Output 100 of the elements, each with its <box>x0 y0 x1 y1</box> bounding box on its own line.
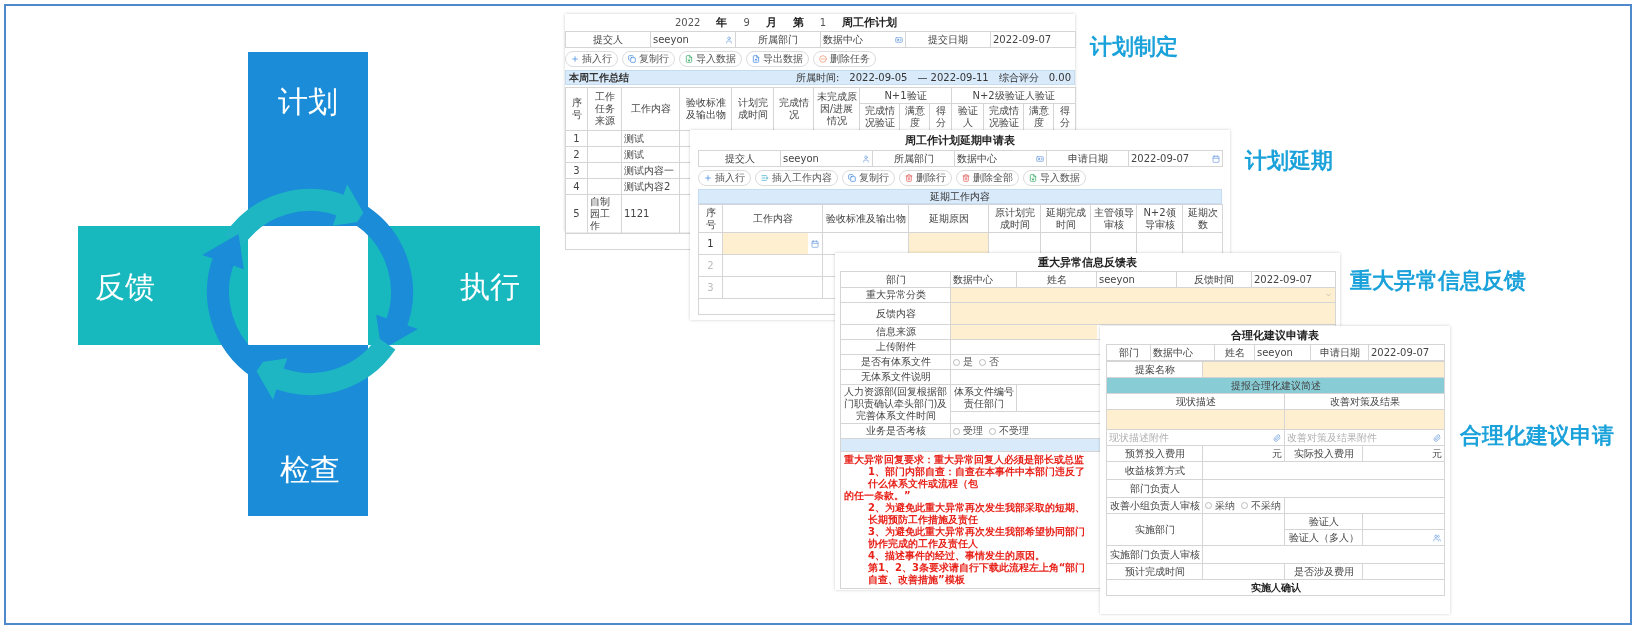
week-value: 1 <box>819 17 827 28</box>
field-value[interactable]: 数据中心 <box>950 271 1017 288</box>
toolbar-button[interactable]: 删除任务 <box>813 51 876 67</box>
radio-button[interactable] <box>989 427 996 435</box>
toolbar-button[interactable]: 导入数据 <box>679 51 742 67</box>
field-label: 改善小组负责人审核 <box>1106 497 1203 514</box>
unit-label: 元 <box>1202 445 1285 462</box>
radio-label: 不受理 <box>999 425 1029 437</box>
field-label: 业务是否考核 <box>840 423 951 439</box>
table-cell: 2 <box>565 146 588 163</box>
field-value[interactable]: 2022-09-07 <box>1251 271 1336 288</box>
field-value[interactable]: seeyon <box>780 150 873 167</box>
input-field[interactable] <box>1203 362 1445 377</box>
toolbar-button[interactable]: 删除全部 <box>956 170 1019 186</box>
toolbar-button[interactable]: 插入行 <box>565 51 618 67</box>
field-label: 反馈内容 <box>840 302 951 325</box>
column-header: 改善对策及结果 <box>1284 393 1445 410</box>
table-cell: 测试内容2 <box>621 178 680 195</box>
field-value[interactable]: seeyon <box>650 31 736 48</box>
requirement-note: 4、描述事件的经过、事情发生的原因。 <box>868 550 1046 562</box>
title-text: 年 <box>716 15 728 30</box>
copy-icon <box>848 174 856 182</box>
column-header: 延期次数 <box>1182 204 1223 233</box>
field-value[interactable]: 数据中心 <box>820 31 906 48</box>
radio-button[interactable] <box>979 358 986 366</box>
field-value[interactable]: 数据中心 <box>954 150 1047 167</box>
field-label: 所属部门 <box>872 150 955 167</box>
field-label: 重大异常分类 <box>840 287 951 303</box>
field-label: 提交人 <box>698 150 781 167</box>
field-label: 姓名 <box>1214 344 1255 361</box>
file-arrow-icon <box>685 55 693 63</box>
field-value[interactable]: seeyon <box>1254 344 1311 361</box>
attachment-input[interactable]: 改善对策及结果附件 <box>1287 431 1419 443</box>
field-label: 反馈时间 <box>1176 271 1252 288</box>
radio-label: 采纳 <box>1215 499 1235 512</box>
column-header: N+2级验证人验证 <box>951 87 1076 104</box>
field-label: 收益核算方式 <box>1106 461 1203 480</box>
requirement-note: 重大异常回复要求：重大异常回复人必须是部长或总监 <box>844 454 1085 466</box>
toolbar-button[interactable]: 复制行 <box>622 51 675 67</box>
field-label: 是否有体系文件 <box>840 354 951 370</box>
cycle-label: 执行 <box>460 269 520 304</box>
toolbar-button[interactable]: 删除行 <box>899 170 952 186</box>
section-label: 计划制定 <box>1090 36 1178 58</box>
field-label: 提案名称 <box>1106 361 1203 378</box>
radio-button[interactable] <box>1241 502 1248 509</box>
radio-button[interactable] <box>953 427 960 435</box>
table-cell: 3 <box>565 162 588 179</box>
toolbar-button[interactable]: 导入数据 <box>1023 170 1086 186</box>
form-title: 周工作计划 <box>842 15 898 30</box>
field-label: 上传附件 <box>840 339 951 355</box>
toolbar-button[interactable]: 导出数据 <box>746 51 809 67</box>
text-area[interactable] <box>1285 410 1445 429</box>
field-label: 部门 <box>840 271 951 288</box>
field-value[interactable]: seeyon <box>1096 271 1177 288</box>
section-title: 本周工作总结 <box>569 70 629 85</box>
list-plus-icon <box>761 174 769 182</box>
radio-label: 是 <box>963 356 973 368</box>
toolbar-button[interactable]: 复制行 <box>842 170 895 186</box>
section-label: 重大异常信息反馈 <box>1350 270 1526 292</box>
field-value[interactable]: 2022-09-07 <box>1128 150 1223 167</box>
table-cell: 1121 <box>621 194 680 234</box>
table-cell: 测试 <box>621 130 680 147</box>
section-title: 延期工作内容 <box>930 189 990 204</box>
text-area[interactable] <box>951 303 1335 324</box>
toolbar-button[interactable]: 插入行 <box>698 170 751 186</box>
radio-button[interactable] <box>1205 502 1212 509</box>
text-area[interactable] <box>1107 410 1284 429</box>
requirement-note: 1、部门内部自查：自查在本事件中本部门违反了什么体系文件或流程（包 <box>868 466 1086 490</box>
field-label: 实施部门 <box>1106 513 1203 546</box>
field-label: 验证人 <box>1284 513 1363 530</box>
input-field[interactable] <box>909 233 988 254</box>
radio-label: 受理 <box>963 425 983 437</box>
field-label: 信息来源 <box>840 324 951 340</box>
field-label: 实际投入费用 <box>1284 445 1363 462</box>
attachment-field[interactable]: 现状描述附件 <box>1106 429 1285 446</box>
field-value[interactable]: 数据中心 <box>1150 344 1215 361</box>
form-title: 重大异常信息反馈表 <box>1038 254 1137 270</box>
field-value[interactable]: 2022-09-07 <box>990 31 1076 48</box>
table-cell: 自制园工作 <box>587 194 622 234</box>
trash-icon <box>962 174 970 182</box>
radio-button[interactable] <box>953 358 960 366</box>
attachment-input[interactable]: 现状描述附件 <box>1109 431 1257 443</box>
section-label: 合理化建议申请 <box>1460 425 1614 447</box>
title-text: 第 <box>792 15 804 30</box>
field-label: 体系文件编号责任部门 <box>950 384 1017 412</box>
attachment-field[interactable]: 改善对策及结果附件 <box>1284 429 1445 446</box>
field-label: 提交日期 <box>905 31 991 48</box>
table-cell: 4 <box>565 178 588 195</box>
column-header: 延期原因 <box>908 204 989 233</box>
chevron-down-icon <box>1325 291 1332 299</box>
select-field[interactable] <box>951 288 1335 302</box>
people-icon <box>1433 533 1442 542</box>
start-date: 2022-09-05 <box>849 72 908 83</box>
section-label: 计划延期 <box>1245 150 1333 172</box>
field-value[interactable]: 2022-09-07 <box>1368 344 1445 361</box>
trash-icon <box>905 174 913 182</box>
toolbar-button[interactable]: 插入工作内容 <box>755 170 838 186</box>
field-label: 提交人 <box>565 31 651 48</box>
column-header: 原计划完成时间 <box>988 204 1041 233</box>
column-header: 主管领导审核 <box>1090 204 1137 233</box>
